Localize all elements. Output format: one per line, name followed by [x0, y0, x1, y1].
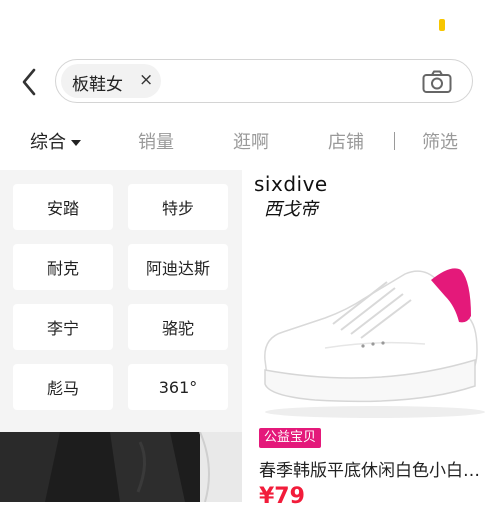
brand-button[interactable]: 彪马: [13, 364, 113, 410]
search-query-text: 板鞋女: [72, 75, 123, 95]
brand-button[interactable]: 李宁: [13, 304, 113, 350]
brand-button[interactable]: 耐克: [13, 244, 113, 290]
product-photo[interactable]: [0, 432, 242, 502]
product-price: ¥79: [259, 484, 305, 509]
status-indicator: [439, 19, 445, 31]
camera-icon[interactable]: [422, 70, 452, 94]
brand-button[interactable]: 安踏: [13, 184, 113, 230]
sort-tab-label: 综合: [30, 132, 66, 153]
chevron-left-icon: [22, 68, 36, 96]
trousers-image: [0, 432, 242, 502]
sort-tab-comprehensive[interactable]: 综合: [30, 128, 81, 154]
sort-divider: [394, 132, 395, 150]
brand-filter-panel: 安踏 特步 耐克 阿迪达斯 李宁 骆驼 彪马 361°: [0, 170, 242, 432]
brand-logo: sixdive: [254, 172, 328, 196]
sort-tab-filter[interactable]: 筛选: [422, 128, 458, 154]
sneaker-image: [264, 268, 485, 418]
sort-tab-browse[interactable]: 逛啊: [233, 128, 269, 154]
brand-button[interactable]: 骆驼: [128, 304, 228, 350]
sort-bar: 综合 销量 逛啊 店铺 筛选: [0, 118, 489, 162]
brand-button[interactable]: 361°: [128, 364, 228, 410]
caret-down-icon: [71, 140, 81, 146]
product-title[interactable]: 春季韩版平底休闲白色小白鞋女: [259, 456, 481, 481]
product-card[interactable]: sixdive 西戈帝 公益宝贝 春季韩版平底休闲白色小白鞋女 ¥79: [247, 170, 489, 509]
sort-tab-shops[interactable]: 店铺: [328, 128, 364, 154]
search-bar[interactable]: 板鞋女 ×: [55, 59, 473, 103]
back-button[interactable]: [16, 66, 44, 98]
brand-button[interactable]: 阿迪达斯: [128, 244, 228, 290]
sort-tab-sales[interactable]: 销量: [138, 128, 174, 154]
clear-query-icon[interactable]: ×: [139, 70, 153, 90]
brand-button[interactable]: 特步: [128, 184, 228, 230]
search-query-chip[interactable]: 板鞋女 ×: [61, 64, 161, 98]
brand-logo-chinese: 西戈帝: [264, 199, 318, 220]
charity-badge: 公益宝贝: [259, 428, 322, 448]
